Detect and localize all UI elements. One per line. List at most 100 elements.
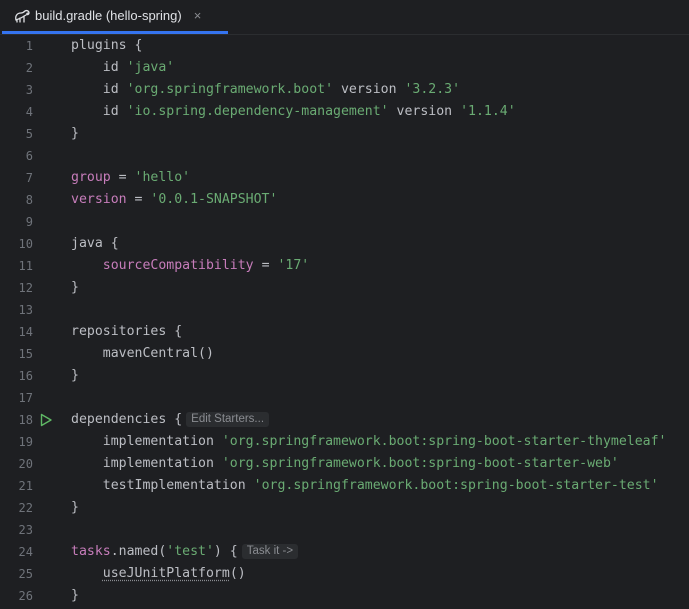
code-line[interactable]: 16} xyxy=(0,365,689,387)
code-token: = xyxy=(253,258,278,273)
tab-build-gradle[interactable]: build.gradle (hello-spring) × xyxy=(2,0,228,34)
code-line[interactable]: 24 tasks.named('test') {Task it -> xyxy=(0,541,689,563)
close-icon[interactable]: × xyxy=(194,8,202,23)
code-line[interactable]: 23 xyxy=(0,519,689,541)
code-line[interactable]: 6 xyxy=(0,145,689,167)
code-line[interactable]: 12} xyxy=(0,277,689,299)
code-text: repositories { xyxy=(71,321,182,343)
code-line[interactable]: 22} xyxy=(0,497,689,519)
line-number: 10 xyxy=(18,237,33,251)
line-number: 26 xyxy=(18,589,33,603)
code-token: java { xyxy=(71,236,119,251)
line-number: 14 xyxy=(18,325,33,339)
code-text: } xyxy=(71,123,79,145)
line-number: 23 xyxy=(18,523,33,537)
line-number: 5 xyxy=(25,127,33,141)
code-line[interactable]: 4 id 'io.spring.dependency-management' v… xyxy=(0,101,689,123)
code-line[interactable]: 13 xyxy=(0,299,689,321)
code-token: mavenCentral() xyxy=(71,346,214,361)
code-token: version xyxy=(71,192,127,207)
code-line[interactable]: 11 sourceCompatibility = '17' xyxy=(0,255,689,277)
line-number: 18 xyxy=(18,413,33,427)
code-token: = xyxy=(126,192,151,207)
code-token: repositories { xyxy=(71,324,183,339)
code-token: id xyxy=(71,82,127,97)
code-token: 'org.springframework.boot:spring-boot-st… xyxy=(221,434,667,449)
code-text: id 'io.spring.dependency-management' ver… xyxy=(71,101,516,123)
run-gutter-icon[interactable] xyxy=(39,413,53,427)
code-line[interactable]: 10 java { xyxy=(0,233,689,255)
inlay-hint-button[interactable]: Task it -> xyxy=(241,544,299,559)
line-number: 25 xyxy=(18,567,33,581)
code-token: plugins { xyxy=(71,38,143,53)
line-number: 6 xyxy=(25,149,33,163)
code-line[interactable]: 20 implementation 'org.springframework.b… xyxy=(0,453,689,475)
code-token: } xyxy=(71,126,79,141)
line-number: 9 xyxy=(25,215,33,229)
code-text: } xyxy=(71,277,79,299)
code-line[interactable]: 9 xyxy=(0,211,689,233)
code-line[interactable]: 5} xyxy=(0,123,689,145)
line-number: 2 xyxy=(25,61,33,75)
code-token: () xyxy=(229,566,246,581)
code-line[interactable]: 14 repositories { xyxy=(0,321,689,343)
code-text: id 'java' xyxy=(71,57,174,79)
code-line[interactable]: 19 implementation 'org.springframework.b… xyxy=(0,431,689,453)
code-token: id xyxy=(71,60,127,75)
code-token: 'test' xyxy=(166,544,214,559)
code-token: .named( xyxy=(110,544,167,559)
code-token: version xyxy=(388,104,461,119)
code-text: implementation 'org.springframework.boot… xyxy=(71,453,619,475)
code-token: implementation xyxy=(71,434,222,449)
code-token: implementation xyxy=(71,456,222,471)
code-token: '1.1.4' xyxy=(460,104,516,119)
line-number: 20 xyxy=(18,457,33,471)
code-token: 'org.springframework.boot:spring-boot-st… xyxy=(253,478,659,493)
code-token: 'java' xyxy=(126,60,175,75)
line-number: 7 xyxy=(25,171,33,185)
code-line[interactable]: 25 useJUnitPlatform() xyxy=(0,563,689,585)
editor-tab-bar: build.gradle (hello-spring) × xyxy=(0,0,689,35)
code-token: = xyxy=(110,170,135,185)
code-text: implementation 'org.springframework.boot… xyxy=(71,431,667,453)
gradle-elephant-icon xyxy=(14,8,30,24)
code-text: useJUnitPlatform() xyxy=(71,563,246,585)
line-number: 4 xyxy=(25,105,33,119)
code-line[interactable]: 15 mavenCentral() xyxy=(0,343,689,365)
code-line[interactable]: 7 group = 'hello' xyxy=(0,167,689,189)
code-text: java { xyxy=(71,233,119,255)
line-number: 21 xyxy=(18,479,33,493)
code-line[interactable]: 3 id 'org.springframework.boot' version … xyxy=(0,79,689,101)
code-token: } xyxy=(71,280,79,295)
tab-title: build.gradle (hello-spring) xyxy=(35,8,182,23)
code-line[interactable]: 18 dependencies {Edit Starters... xyxy=(0,409,689,431)
code-token: tasks xyxy=(71,544,111,559)
line-number: 15 xyxy=(18,347,33,361)
line-number: 3 xyxy=(25,83,33,97)
code-text: sourceCompatibility = '17' xyxy=(71,255,309,277)
code-line[interactable]: 2 id 'java' xyxy=(0,57,689,79)
code-token: version xyxy=(333,82,405,97)
code-line[interactable]: 1 plugins { xyxy=(0,35,689,57)
code-token: 'org.springframework.boot:spring-boot-st… xyxy=(221,456,619,471)
line-number: 8 xyxy=(25,193,33,207)
code-line[interactable]: 17 xyxy=(0,387,689,409)
line-number: 1 xyxy=(25,39,33,53)
code-token: useJUnitPlatform xyxy=(102,566,230,581)
code-editor[interactable]: 1 plugins {2 id 'java' 3 id 'org.springfra… xyxy=(0,35,689,609)
code-token: group xyxy=(71,170,111,185)
code-token: '17' xyxy=(277,258,310,273)
code-text: id 'org.springframework.boot' version '3… xyxy=(71,79,460,101)
line-number: 16 xyxy=(18,369,33,383)
line-number: 11 xyxy=(18,259,33,273)
code-text: version = '0.0.1-SNAPSHOT' xyxy=(71,189,277,211)
code-line[interactable]: 26} xyxy=(0,585,689,607)
code-token: sourceCompatibility xyxy=(102,258,254,273)
inlay-hint-button[interactable]: Edit Starters... xyxy=(186,412,270,427)
code-line[interactable]: 8 version = '0.0.1-SNAPSHOT' xyxy=(0,189,689,211)
code-line[interactable]: 21 testImplementation 'org.springframewo… xyxy=(0,475,689,497)
code-text: testImplementation 'org.springframework.… xyxy=(71,475,659,497)
code-token: testImplementation xyxy=(71,478,254,493)
